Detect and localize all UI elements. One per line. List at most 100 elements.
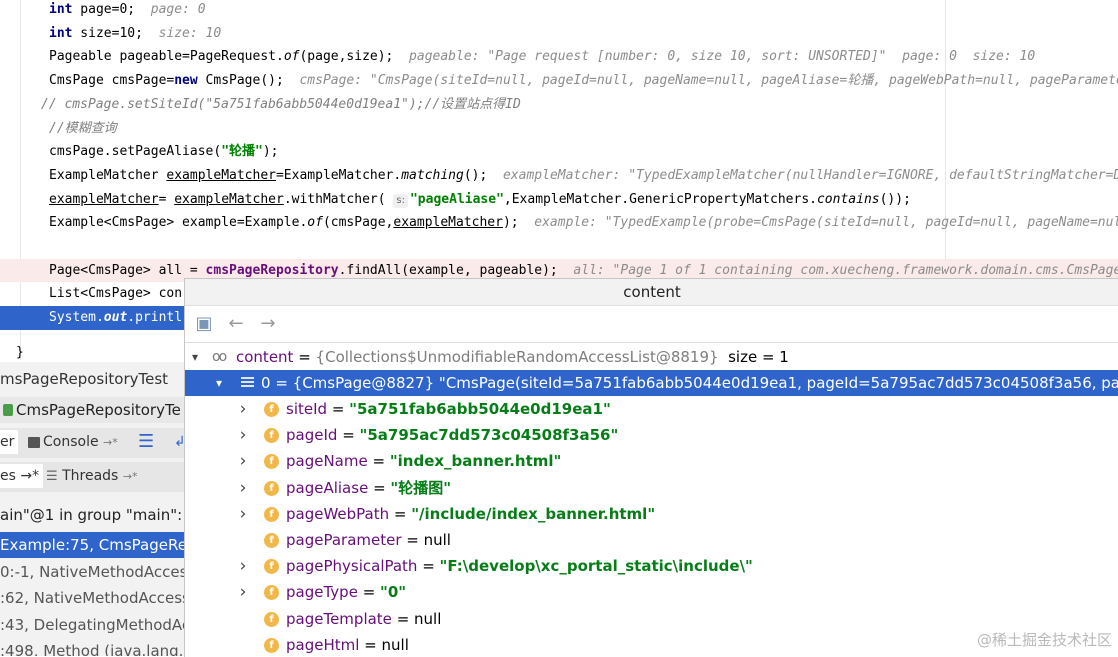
thread-name: ain"@1 in group "main": R: [0, 506, 184, 524]
field-value: "index_banner.html": [389, 452, 562, 471]
run-tab-cms-page-repository-test[interactable]: msPageRepositoryTest: [0, 367, 184, 391]
tree-row-field-pageid[interactable]: › f pageId = "5a795ac7dd573c04508f3a56": [185, 422, 1118, 448]
code-line[interactable]: //模糊查询: [0, 117, 1118, 141]
code-token: ExampleMatcher: [49, 167, 167, 183]
stack-frame-label: 0:-1, NativeMethodAcces: [0, 562, 184, 581]
code-token: (page,size);: [299, 49, 410, 65]
field-value: "F:\develop\xc_portal_static\include\": [439, 557, 753, 576]
code-token: of: [283, 49, 300, 65]
code-line[interactable]: Pageable pageable=PageRequest.of(page,si…: [0, 45, 1118, 69]
code-token: int: [49, 2, 73, 17]
tree-row-field-pagetype[interactable]: › f pageType = "0": [185, 579, 1118, 605]
code-line[interactable]: [0, 235, 1118, 259]
equals-sign: =: [417, 557, 440, 576]
popup-title: content: [185, 279, 1118, 306]
field-name: pageTemplate: [286, 609, 392, 628]
tab-console-label: Console: [43, 434, 99, 450]
tree-row-field-pagealiase[interactable]: › f pageAliase = "轮播图": [185, 475, 1118, 501]
stack-frame[interactable]: :43, DelegatingMethodAc: [0, 612, 184, 638]
pin-icon: →*: [122, 470, 138, 483]
expand-arrow-icon[interactable]: ›: [236, 475, 250, 501]
code-line[interactable]: ExampleMatcher exampleMatcher=ExampleMat…: [0, 164, 1118, 188]
step-icon[interactable]: ↲: [170, 430, 184, 454]
tree-row-content[interactable]: ▾ oo content = {Collections$Unmodifiable…: [185, 344, 1118, 370]
expand-arrow-icon[interactable]: ›: [236, 553, 250, 579]
field-value: null: [381, 635, 409, 654]
code-token: ());: [879, 191, 911, 207]
debug-session-tab[interactable]: CmsPageRepositoryTe: [0, 397, 184, 423]
code-line[interactable]: exampleMatcher= exampleMatcher.withMatch…: [0, 188, 1118, 212]
field-name: pageHtml: [286, 635, 360, 654]
expand-arrow-icon[interactable]: ›: [236, 501, 250, 527]
equals-sign: =: [367, 452, 390, 471]
field-icon: f: [264, 428, 279, 444]
field-value: "轮播图": [390, 478, 452, 497]
expand-arrow-icon[interactable]: ›: [236, 448, 250, 474]
field-name: pageName: [286, 452, 368, 471]
expand-arrow-icon[interactable]: ›: [236, 579, 250, 605]
root-var-size: size = 1: [728, 348, 789, 366]
field-icon: f: [264, 585, 279, 601]
collapse-arrow-icon[interactable]: ▾: [212, 370, 226, 396]
inline-debug-value: cmsPage: "CmsPage(siteId=null, pageId=nu…: [299, 73, 1118, 89]
equals-sign: =: [327, 400, 350, 418]
back-arrow-icon[interactable]: ←: [226, 314, 246, 334]
code-token: contains: [816, 191, 880, 207]
tree-row-item-0[interactable]: ▾ 0 = {CmsPage@8827} "CmsPage(siteId=5a7…: [185, 370, 1118, 396]
test-run-icon: [3, 404, 13, 416]
expand-arrow-icon[interactable]: ›: [236, 422, 250, 448]
code-token: cmsPage.setPageAliase(: [49, 144, 222, 160]
field-name: pageParameter: [286, 531, 402, 549]
code-token: .findAll(example, pageable);: [338, 262, 574, 278]
tree-row-field-pagewebpath[interactable]: › f pageWebPath = "/include/index_banner.h…: [185, 501, 1118, 527]
tab-debugger[interactable]: er: [0, 430, 19, 454]
tree-row-field-pagename[interactable]: › f pageName = "index_banner.html": [185, 448, 1118, 474]
code-token: List<CmsPage> con: [49, 286, 183, 302]
code-token: .printl: [127, 310, 183, 326]
field-name: pageId: [286, 426, 338, 445]
code-token: ,ExampleMatcher.GenericPropertyMatchers.: [503, 191, 817, 207]
code-line[interactable]: CmsPage cmsPage=new CmsPage(); cmsPage: …: [0, 69, 1118, 93]
thread-selector[interactable]: ain"@1 in group "main": R: [0, 502, 184, 528]
equals-sign: =: [389, 504, 412, 523]
tree-row-field-pagephysicalpath[interactable]: › f pagePhysicalPath = "F:\develop\xc_port…: [185, 553, 1118, 579]
tab-threads[interactable]: ☰ Threads →*: [42, 464, 142, 488]
debug-session-label: CmsPageRepositoryTe: [16, 401, 181, 419]
watch-glasses-icon: oo: [212, 349, 227, 365]
stack-frame[interactable]: :62, NativeMethodAccess: [0, 585, 184, 611]
tree-row-field-pageparameter[interactable]: f pageParameter = null: [185, 527, 1118, 553]
field-icon: f: [264, 506, 279, 522]
tab-frames[interactable]: es →*: [0, 464, 44, 488]
code-token: size=10;: [72, 25, 159, 41]
code-line[interactable]: // cmsPage.setSiteId("5a751fab6abb5044e0…: [0, 93, 1118, 117]
code-line[interactable]: Example<CmsPage> example=Example.of(cmsP…: [0, 211, 1118, 235]
code-line[interactable]: cmsPage.setPageAliase("轮播");: [0, 140, 1118, 164]
navigate-icon[interactable]: ▣: [194, 314, 214, 334]
stack-frame[interactable]: Example:75, CmsPageRep: [0, 532, 184, 558]
code-line[interactable]: int page=0; page: 0: [0, 0, 1118, 22]
tab-console[interactable]: Console →*: [24, 430, 122, 454]
code-token: =ExampleMatcher.: [275, 167, 402, 183]
stack-frame[interactable]: 0:-1, NativeMethodAcces: [0, 559, 184, 585]
tree-row-field-pagetemplate[interactable]: f pageTemplate = null: [185, 606, 1118, 632]
equals-sign: =: [359, 635, 382, 654]
field-name: pageWebPath: [286, 504, 390, 523]
code-token: of: [307, 215, 323, 231]
inline-debug-value: example: "TypedExample(probe=CmsPage(sit…: [534, 215, 1118, 231]
expand-arrow-icon[interactable]: ›: [236, 396, 250, 422]
layout-menu-icon[interactable]: ☰: [134, 430, 158, 454]
stack-frame[interactable]: :498, Method (java.lang.r: [0, 638, 184, 656]
forward-arrow-icon[interactable]: →: [258, 314, 278, 334]
tree-row-field-siteid[interactable]: › f siteId = "5a751fab6abb5044e0d19ea1": [185, 396, 1118, 422]
item-to-string: "CmsPage(siteId=5a751fab6abb5044e0d19ea1…: [438, 374, 1118, 392]
field-value: "5a795ac7dd573c04508f3a56": [359, 426, 619, 445]
threads-icon: ☰: [46, 469, 58, 484]
collapse-arrow-icon[interactable]: ▾: [188, 344, 202, 370]
list-element-icon: [241, 377, 254, 389]
code-token: .withMatcher(: [283, 191, 394, 207]
code-token: new: [174, 73, 198, 89]
code-token: //模糊查询: [49, 120, 117, 136]
inline-debug-value: exampleMatcher: "TypedExampleMatcher(nul…: [502, 167, 1118, 183]
code-token: Pageable pageable=PageRequest.: [49, 49, 284, 65]
code-line[interactable]: int size=10; size: 10: [0, 22, 1118, 46]
